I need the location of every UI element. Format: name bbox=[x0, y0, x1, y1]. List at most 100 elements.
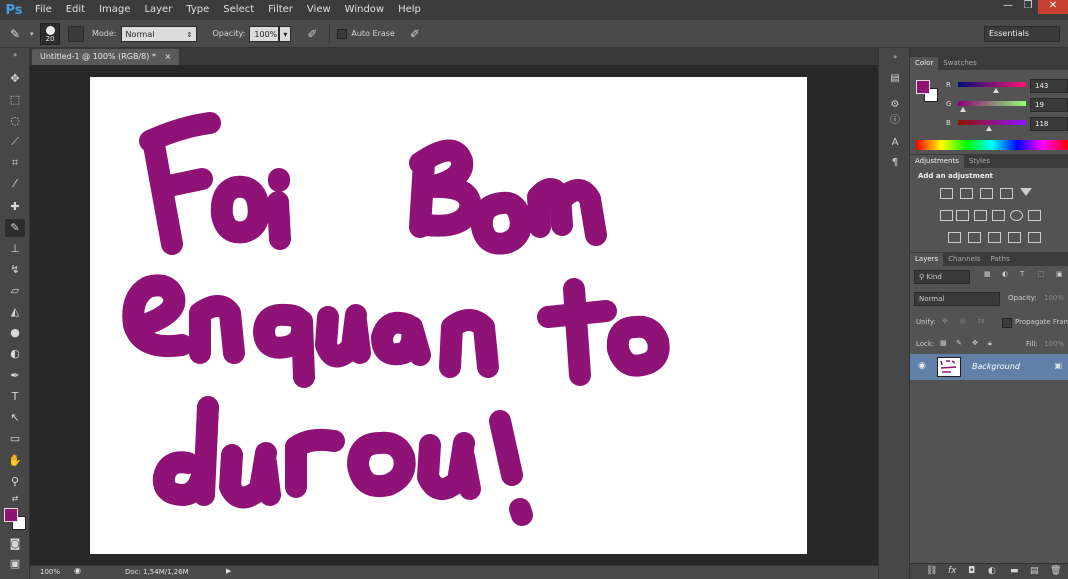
tab-styles[interactable]: Styles bbox=[964, 155, 995, 168]
filter-type-icon[interactable]: T bbox=[1020, 270, 1024, 278]
brush-preset-picker[interactable]: 20 bbox=[40, 22, 60, 45]
history-brush-tool-icon[interactable]: ↯ bbox=[5, 261, 25, 279]
blend-mode-select[interactable]: Normal bbox=[914, 292, 1000, 306]
menu-filter[interactable]: Filter bbox=[261, 0, 300, 20]
menu-layer[interactable]: Layer bbox=[137, 0, 179, 20]
black-white-icon[interactable] bbox=[974, 210, 987, 221]
pen-tool-icon[interactable]: ✒ bbox=[5, 367, 25, 385]
mode-select[interactable]: Normal ⇕ bbox=[120, 25, 197, 42]
add-style-icon[interactable]: fx bbox=[948, 566, 957, 576]
zoom-tool-icon[interactable]: ⚲ bbox=[5, 473, 25, 491]
filter-pixel-icon[interactable]: ▦ bbox=[984, 270, 991, 278]
color-lookup-icon[interactable] bbox=[1028, 210, 1041, 221]
close-tab-icon[interactable]: × bbox=[164, 52, 171, 61]
lasso-tool-icon[interactable]: ◌ bbox=[5, 112, 25, 130]
hue-saturation-icon[interactable] bbox=[940, 210, 953, 221]
filter-smart-object-icon[interactable]: ▣ bbox=[1056, 270, 1063, 278]
exposure-icon[interactable] bbox=[1000, 188, 1013, 199]
canvas[interactable] bbox=[90, 77, 807, 554]
hand-tool-icon[interactable]: ✋ bbox=[5, 452, 25, 470]
menu-edit[interactable]: Edit bbox=[59, 0, 92, 20]
path-selection-tool-icon[interactable]: ↖ bbox=[5, 409, 25, 427]
add-mask-icon[interactable]: ◘ bbox=[968, 566, 975, 576]
brush-tool-icon[interactable]: ✎ bbox=[5, 219, 25, 237]
posterize-icon[interactable] bbox=[968, 232, 981, 243]
lock-all-icon[interactable]: 🔒︎ bbox=[988, 339, 992, 348]
clone-stamp-tool-icon[interactable]: ⊥ bbox=[5, 240, 25, 258]
menu-image[interactable]: Image bbox=[92, 0, 137, 20]
layer-row-background[interactable]: ◉ Background ▣ bbox=[910, 354, 1068, 380]
channel-g-input[interactable]: 19 bbox=[1030, 98, 1068, 112]
menu-type[interactable]: Type bbox=[179, 0, 216, 20]
curves-icon[interactable] bbox=[980, 188, 993, 199]
channel-b-slider[interactable] bbox=[958, 120, 1026, 125]
vibrance-icon[interactable] bbox=[1020, 188, 1032, 196]
channel-g-knob[interactable] bbox=[960, 107, 967, 112]
status-menu-arrow-icon[interactable]: ▶ bbox=[226, 567, 231, 575]
info-panel-icon[interactable]: ⓘ bbox=[887, 114, 903, 128]
blur-tool-icon[interactable]: ● bbox=[5, 324, 25, 342]
menu-window[interactable]: Window bbox=[338, 0, 391, 20]
collapse-toolbar-icon[interactable]: » bbox=[5, 50, 25, 60]
channel-r-input[interactable]: 143 bbox=[1030, 79, 1068, 93]
minimize-button[interactable]: — bbox=[998, 0, 1018, 14]
link-layers-icon[interactable]: ⛓ bbox=[926, 566, 937, 576]
layer-name[interactable]: Background bbox=[972, 362, 1020, 371]
tab-paths[interactable]: Paths bbox=[986, 253, 1015, 266]
color-spectrum-bar[interactable] bbox=[916, 140, 1068, 150]
propagate-frame-checkbox[interactable] bbox=[1002, 318, 1012, 328]
quick-select-tool-icon[interactable]: ⟋ bbox=[5, 133, 25, 151]
menu-view[interactable]: View bbox=[300, 0, 338, 20]
dodge-tool-icon[interactable]: ◐ bbox=[5, 345, 25, 363]
lock-pixels-icon[interactable]: ✎ bbox=[956, 339, 962, 347]
unify-visibility-icon[interactable]: ◎ bbox=[960, 317, 966, 325]
eraser-tool-icon[interactable]: ▱ bbox=[5, 282, 25, 300]
workspace-switcher[interactable]: Essentials bbox=[984, 26, 1060, 42]
new-group-icon[interactable]: ▬ bbox=[1010, 566, 1019, 576]
lock-transparent-icon[interactable]: ▦ bbox=[940, 339, 947, 347]
auto-erase-checkbox[interactable] bbox=[337, 28, 348, 39]
color-balance-icon[interactable] bbox=[956, 210, 969, 221]
layer-filter-kind-select[interactable]: ⚲ Kind bbox=[914, 270, 970, 284]
menu-help[interactable]: Help bbox=[391, 0, 428, 20]
history-panel-icon[interactable]: ▤ bbox=[887, 72, 903, 86]
type-tool-icon[interactable]: T bbox=[5, 388, 25, 406]
unify-position-icon[interactable]: ✥ bbox=[942, 317, 948, 325]
channel-r-knob[interactable] bbox=[993, 88, 1000, 93]
move-tool-icon[interactable]: ✥ bbox=[5, 70, 25, 88]
channel-b-knob[interactable] bbox=[986, 126, 993, 131]
pressure-size-icon[interactable]: ✐ bbox=[405, 27, 425, 41]
delete-layer-icon[interactable]: 🗑︎ bbox=[1050, 566, 1061, 576]
properties-panel-icon[interactable]: ⚙ bbox=[887, 98, 903, 112]
opacity-dropdown-icon[interactable]: ▾ bbox=[279, 25, 292, 42]
paragraph-panel-icon[interactable]: ¶ bbox=[887, 156, 903, 170]
paint-bucket-tool-icon[interactable]: ◭ bbox=[5, 303, 25, 321]
channel-r-slider[interactable] bbox=[958, 82, 1026, 87]
foreground-color-swatch[interactable] bbox=[4, 508, 18, 522]
channel-mixer-icon[interactable] bbox=[1010, 210, 1023, 221]
levels-icon[interactable] bbox=[960, 188, 973, 199]
tab-color[interactable]: Color bbox=[910, 57, 939, 70]
opacity-input[interactable]: 100% bbox=[249, 25, 280, 42]
quick-mask-icon[interactable]: ◙ bbox=[5, 535, 25, 553]
tool-preset-arrow-icon[interactable]: ▾ bbox=[30, 30, 40, 38]
brush-panel-toggle-icon[interactable] bbox=[68, 25, 84, 42]
filter-shape-icon[interactable]: ⬚ bbox=[1038, 270, 1045, 278]
menu-file[interactable]: File bbox=[28, 0, 59, 20]
restore-button[interactable]: ❐ bbox=[1018, 0, 1038, 14]
eye-icon[interactable]: ◉ bbox=[918, 361, 926, 371]
healing-brush-tool-icon[interactable]: ✚ bbox=[5, 198, 25, 216]
layer-opacity-value[interactable]: 100% bbox=[1044, 294, 1064, 302]
rectangle-tool-icon[interactable]: ▭ bbox=[5, 430, 25, 448]
fill-value[interactable]: 100% bbox=[1044, 340, 1064, 348]
screen-mode-icon[interactable]: ▣ bbox=[5, 555, 25, 573]
selective-color-icon[interactable] bbox=[1028, 232, 1041, 243]
zoom-level[interactable]: 100% bbox=[40, 568, 60, 576]
character-panel-icon[interactable]: A bbox=[887, 136, 903, 150]
close-button[interactable]: ✕ bbox=[1038, 0, 1068, 14]
photo-filter-icon[interactable] bbox=[992, 210, 1005, 221]
menu-select[interactable]: Select bbox=[216, 0, 261, 20]
unify-style-icon[interactable]: fx bbox=[978, 317, 985, 325]
invert-icon[interactable] bbox=[948, 232, 961, 243]
color-panel-foreground-swatch[interactable] bbox=[916, 80, 930, 94]
